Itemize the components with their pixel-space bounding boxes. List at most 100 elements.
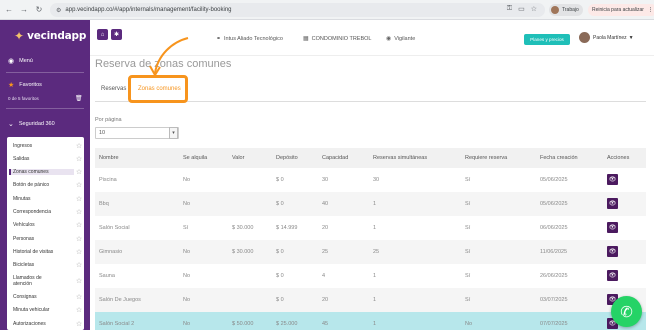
menu-item-label: Bicicletas [13, 261, 35, 268]
cast-icon[interactable]: ▭ [518, 5, 525, 13]
table-row[interactable]: Salón Social Sí $ 30.000 $ 14.999 20 1 S… [95, 216, 646, 240]
cell-fecha-creacion: 07/07/2025 [540, 321, 568, 327]
back-icon[interactable]: ← [3, 4, 15, 16]
table-row[interactable]: Salón Social 2 No $ 50.000 $ 25.000 45 1… [95, 312, 646, 330]
table-row[interactable]: Bbq No $ 0 40 1 Sí 05/06/2025 👁 [95, 192, 646, 216]
url-text: app.vecindapp.co/#/app/internals/managem… [65, 7, 232, 13]
star-outline-icon[interactable]: ☆ [74, 168, 84, 176]
update-chip[interactable]: Reinicia para actualizar ⋮ [588, 4, 654, 16]
menu-item-historial-visitas[interactable]: Historial de visitas ☆ [7, 246, 84, 258]
condominio-info: ▦ CONDOMINIO TREBOL [303, 35, 371, 43]
menu-item-consignas[interactable]: Consignas ☆ [7, 291, 84, 303]
col-nombre[interactable]: Nombre [99, 148, 119, 168]
cell-nombre: Salón Social [99, 225, 130, 231]
more-menu-icon[interactable]: ⋮ [648, 7, 653, 13]
user-menu[interactable]: Paola Martínez ▼ [579, 32, 634, 43]
sidebar-section-seguridad[interactable]: ⌄ Seguridad 360 [8, 120, 55, 128]
menu-item-correspondencia[interactable]: Correspondencia ☆ [7, 206, 84, 218]
cell-se-alquila: No [183, 321, 191, 327]
cell-nombre: Piscina [99, 177, 117, 183]
user-circle-icon: ◉ [386, 36, 392, 42]
logo[interactable]: ✦ vecindapp [14, 29, 86, 43]
tab-reservas[interactable]: Reservas [101, 86, 126, 92]
star-outline-icon[interactable]: ☆ [74, 235, 84, 243]
building-icon: ▦ [303, 36, 309, 42]
menu-item-bicicletas[interactable]: Bicicletas ☆ [7, 259, 84, 271]
menu-item-zonas-comunes[interactable]: Zonas comunes ☆ [7, 166, 84, 178]
star-outline-icon[interactable]: ☆ [74, 277, 84, 285]
cell-reservas-simultaneas: 25 [373, 249, 380, 255]
user-name: Paola Martínez [593, 34, 627, 41]
menu-item-autorizaciones[interactable]: Autorizaciones ☆ [7, 318, 84, 330]
cell-deposito: $ 0 [276, 249, 284, 255]
menu-item-minuta-vehicular[interactable]: Minuta vehicular ☆ [7, 304, 84, 316]
menu-item-vehiculos[interactable]: Vehículos ☆ [7, 219, 84, 231]
menu-item-salidas[interactable]: Salidas ☆ [7, 153, 84, 165]
table-row[interactable]: Sauna No $ 0 4 1 Sí 26/06/2025 👁 [95, 264, 646, 288]
menu-item-boton-panico[interactable]: Botón de pánico ☆ [7, 179, 84, 191]
site-info-icon[interactable]: ⚙ [56, 7, 61, 14]
sidebar-menu-toggle[interactable]: ◉ Menú [8, 57, 33, 65]
profile-label: Trabajo [562, 7, 579, 13]
bookmark-star-icon[interactable]: ☆ [531, 5, 537, 13]
star-outline-icon[interactable]: ☆ [74, 293, 84, 301]
table-row[interactable]: Salón De Juegos No $ 0 20 1 Sí 03/07/202… [95, 288, 646, 312]
sidebar-favoritos[interactable]: ★ Favoritos [8, 81, 42, 89]
cell-se-alquila: No [183, 273, 191, 279]
star-outline-icon[interactable]: ☆ [74, 261, 84, 269]
cell-fecha-creacion: 05/06/2025 [540, 177, 568, 183]
cell-requiere-reserva: Sí [465, 177, 471, 183]
planes-precios-button[interactable]: Planes y precios [524, 34, 570, 45]
view-eye-icon[interactable]: 👁 [607, 246, 618, 257]
cell-se-alquila: No [183, 177, 191, 183]
logo-icon: ✦ [14, 29, 25, 43]
col-requiere-reserva[interactable]: Requiere reserva [465, 148, 507, 168]
section-label: Seguridad 360 [18, 121, 55, 127]
menu-item-minutas[interactable]: Minutas ☆ [7, 193, 84, 205]
col-acciones: Acciones [607, 155, 630, 161]
star-outline-icon[interactable]: ☆ [74, 208, 84, 216]
star-outline-icon[interactable]: ☆ [74, 306, 84, 314]
star-outline-icon[interactable]: ☆ [74, 155, 84, 163]
view-eye-icon[interactable]: 👁 [607, 198, 618, 209]
col-fecha-creacion[interactable]: Fecha creación [540, 148, 578, 168]
company-info: ⚭ Intus Aliado Tecnológico [216, 35, 283, 43]
whatsapp-button[interactable]: ✆ [611, 296, 642, 327]
password-key-icon[interactable]: ⚿ [507, 5, 512, 13]
star-outline-icon[interactable]: ☆ [74, 195, 84, 203]
reload-icon[interactable]: ↻ [33, 4, 45, 16]
menu-item-label: Llamados de atención [13, 274, 42, 288]
view-eye-icon[interactable]: 👁 [607, 270, 618, 281]
star-outline-icon[interactable]: ☆ [74, 221, 84, 229]
address-bar[interactable]: ⚙ app.vecindapp.co/#/app/internals/manag… [50, 3, 545, 17]
cell-deposito: $ 0 [276, 177, 284, 183]
star-outline-icon[interactable]: ☆ [74, 320, 84, 328]
col-se-alquila[interactable]: Se alquila [183, 148, 207, 168]
per-page-select[interactable]: 10 ▾ [95, 127, 179, 139]
star-outline-icon[interactable]: ☆ [74, 142, 84, 150]
menu-item-ingresos[interactable]: Ingresos ☆ [7, 140, 84, 152]
view-eye-icon[interactable]: 👁 [607, 222, 618, 233]
cell-reservas-simultaneas: 1 [373, 273, 377, 279]
cell-requiere-reserva: Sí [465, 201, 471, 207]
profile-chip[interactable]: Trabajo [549, 4, 583, 16]
home-icon[interactable]: ⌂ [97, 29, 108, 40]
cell-se-alquila: No [183, 297, 191, 303]
col-deposito[interactable]: Depósito [276, 148, 298, 168]
menu-item-personas[interactable]: Personas ☆ [7, 233, 84, 245]
star-outline-icon[interactable]: ☆ [74, 181, 84, 189]
col-reservas-simultaneas[interactable]: Reservas simultáneas [373, 148, 427, 168]
star-outline-icon[interactable]: ☆ [74, 248, 84, 256]
settings-icon[interactable]: ✱ [111, 29, 122, 40]
cell-capacidad: 40 [322, 201, 329, 207]
view-eye-icon[interactable]: 👁 [607, 174, 618, 185]
forward-icon[interactable]: → [18, 4, 30, 16]
col-capacidad[interactable]: Capacidad [322, 148, 348, 168]
chevron-down-icon: ▾ [169, 127, 178, 139]
trash-icon[interactable]: 🗑 [75, 95, 83, 102]
table-row[interactable]: Piscina No $ 0 30 30 Sí 05/06/2025 👁 [95, 168, 646, 192]
col-valor[interactable]: Valor [232, 148, 244, 168]
cell-requiere-reserva: Sí [465, 297, 471, 303]
menu-item-llamados-atencion[interactable]: Llamados de atención ☆ [7, 273, 84, 289]
table-row[interactable]: Gimnasio No $ 30.000 $ 0 25 25 Sí 11/06/… [95, 240, 646, 264]
